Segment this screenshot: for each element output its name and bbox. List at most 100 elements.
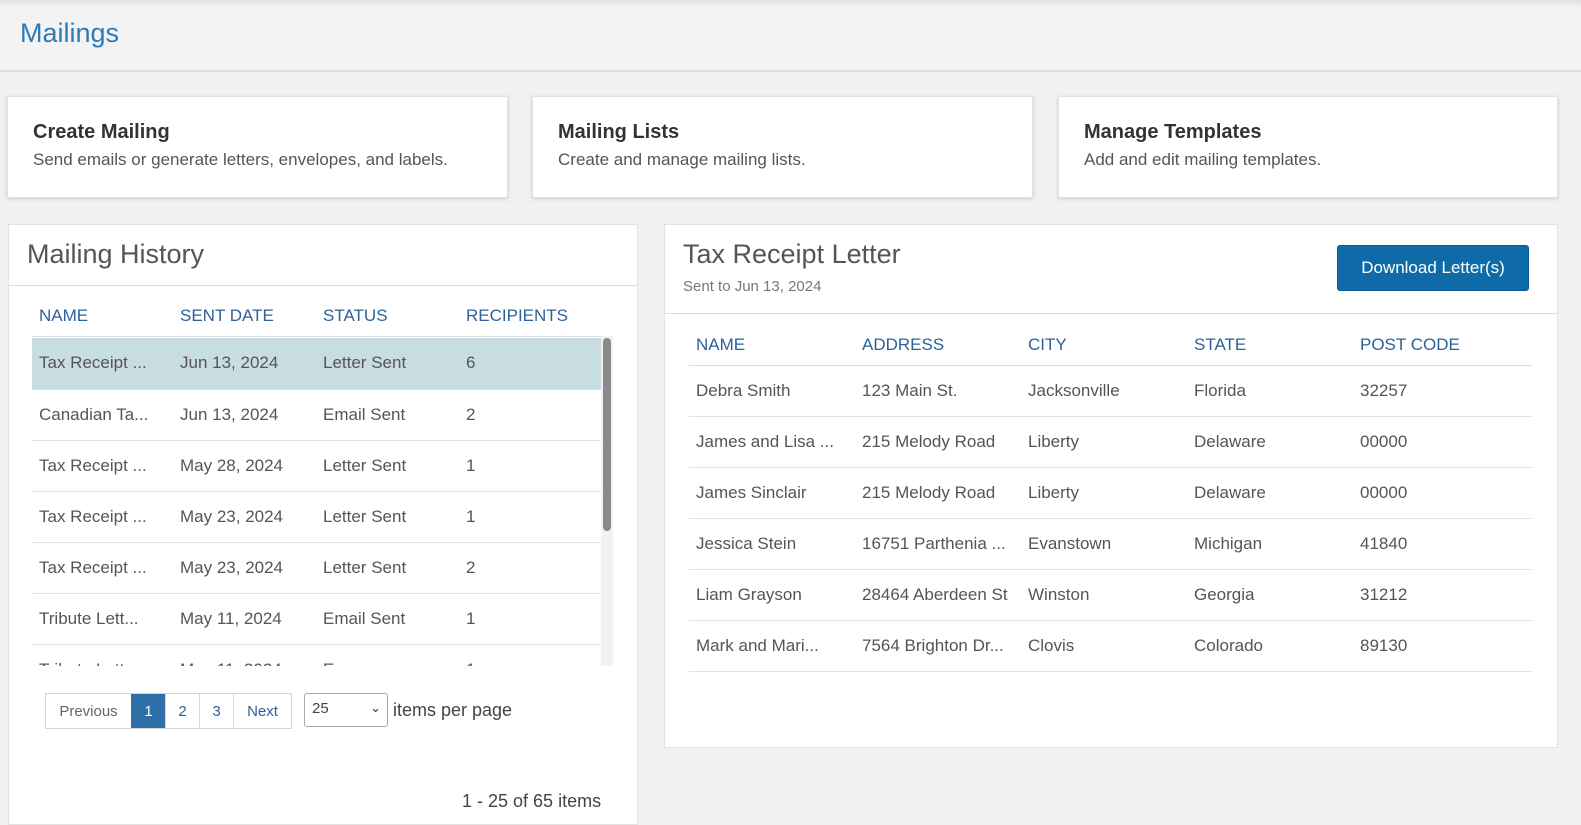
table-row[interactable]: Tribute Lett... May 11, 2024 Email Sent … [32, 593, 601, 645]
table-row[interactable]: Canadian Ta... Jun 13, 2024 Email Sent 2 [32, 389, 601, 441]
page-2-button[interactable]: 2 [165, 694, 199, 728]
cell-name: Tribute Lett... [32, 644, 173, 666]
table-row[interactable]: Jessica Stein 16751 Parthenia ... Evanst… [689, 518, 1532, 570]
cell-sent-date: Jun 13, 2024 [173, 338, 316, 390]
cell-post-code: 41840 [1353, 518, 1532, 570]
cell-post-code: 00000 [1353, 416, 1532, 468]
cell-post-code: 32257 [1353, 365, 1532, 417]
panel-header: Mailing History [9, 225, 637, 286]
cell-recipients: 1 [459, 644, 601, 666]
table-row[interactable]: Tax Receipt ... May 23, 2024 Letter Sent… [32, 491, 601, 543]
cell-state: Colorado [1187, 620, 1353, 672]
cell-post-code: 31212 [1353, 569, 1532, 621]
cell-name: Tax Receipt ... [32, 440, 173, 492]
download-letters-button[interactable]: Download Letter(s) [1337, 245, 1529, 291]
cell-city: Winston [1021, 569, 1187, 621]
cell-name: Canadian Ta... [32, 389, 173, 441]
table-row[interactable]: Mark and Mari... 7564 Brighton Dr... Clo… [689, 620, 1532, 672]
cell-address: 215 Melody Road [855, 467, 1021, 519]
table-row[interactable]: Tax Receipt ... May 28, 2024 Letter Sent… [32, 440, 601, 492]
column-header-state[interactable]: STATE [1187, 325, 1353, 366]
page-size-value: 25 [312, 700, 329, 717]
cell-status: Letter Sent [316, 491, 459, 543]
page-size-select[interactable]: 25 ⌄ [304, 693, 388, 727]
cell-status: Error [316, 644, 459, 666]
column-header-post-code[interactable]: POST CODE [1353, 325, 1532, 366]
items-per-page-label: items per page [393, 700, 513, 720]
card-title: Create Mailing [33, 121, 170, 143]
column-header-address[interactable]: ADDRESS [855, 325, 1021, 366]
cell-status: Letter Sent [316, 440, 459, 492]
cell-address: 16751 Parthenia ... [855, 518, 1021, 570]
table-row[interactable]: Tax Receipt ... May 23, 2024 Letter Sent… [32, 542, 601, 594]
cell-city: Jacksonville [1021, 365, 1187, 417]
cell-recipients: 2 [459, 542, 601, 594]
cell-state: Delaware [1187, 467, 1353, 519]
table-row[interactable]: Debra Smith 123 Main St. Jacksonville Fl… [689, 365, 1532, 417]
cell-state: Michigan [1187, 518, 1353, 570]
history-scrollbar[interactable] [601, 336, 613, 666]
cell-sent-date: May 23, 2024 [173, 491, 316, 543]
cell-post-code: 89130 [1353, 620, 1532, 672]
cell-post-code: 00000 [1353, 467, 1532, 519]
cell-city: Evanstown [1021, 518, 1187, 570]
column-header-recipients[interactable]: RECIPIENTS [459, 296, 601, 337]
card-description: Send emails or generate letters, envelop… [33, 150, 448, 169]
cell-city: Liberty [1021, 467, 1187, 519]
cell-sent-date: May 28, 2024 [173, 440, 316, 492]
mailing-lists-card[interactable]: Mailing Lists Create and manage mailing … [532, 96, 1033, 198]
cell-sent-date: May 11, 2024 [173, 644, 316, 666]
cell-name: Liam Grayson [689, 569, 855, 621]
table-row[interactable]: James and Lisa ... 215 Melody Road Liber… [689, 416, 1532, 468]
cell-name: Tribute Lett... [32, 593, 173, 645]
column-header-city[interactable]: CITY [1021, 325, 1187, 366]
panel-title: Mailing History [27, 239, 205, 269]
column-header-sent-date[interactable]: SENT DATE [173, 296, 316, 337]
previous-page-button[interactable]: Previous [46, 694, 131, 728]
cell-name: Tax Receipt ... [32, 338, 173, 390]
table-row[interactable]: James Sinclair 215 Melody Road Liberty D… [689, 467, 1532, 519]
cell-name: Tax Receipt ... [32, 491, 173, 543]
create-mailing-card[interactable]: Create Mailing Send emails or generate l… [7, 96, 508, 198]
cell-name: James Sinclair [689, 467, 855, 519]
cell-state: Georgia [1187, 569, 1353, 621]
column-header-name[interactable]: NAME [32, 296, 173, 337]
card-description: Add and edit mailing templates. [1084, 150, 1322, 169]
card-title: Manage Templates [1084, 121, 1262, 143]
column-header-status[interactable]: STATUS [316, 296, 459, 337]
cell-status: Letter Sent [316, 338, 459, 390]
recipients-table: NAME ADDRESS CITY STATE POST CODE Debra … [689, 325, 1532, 672]
table-row[interactable]: Tribute Lett... May 11, 2024 Error 1 [32, 644, 601, 666]
cell-sent-date: Jun 13, 2024 [173, 389, 316, 441]
card-title: Mailing Lists [558, 121, 680, 143]
cell-status: Email Sent [316, 389, 459, 441]
page-1-button[interactable]: 1 [131, 694, 165, 728]
cell-name: Jessica Stein [689, 518, 855, 570]
history-table-header: NAME SENT DATE STATUS RECIPIENTS [32, 296, 601, 337]
column-header-name[interactable]: NAME [689, 325, 855, 366]
cell-address: 7564 Brighton Dr... [855, 620, 1021, 672]
cell-state: Delaware [1187, 416, 1353, 468]
card-description: Create and manage mailing lists. [558, 150, 806, 169]
pagination: Previous 1 2 3 Next [45, 693, 292, 729]
cell-address: 28464 Aberdeen St [855, 569, 1021, 621]
page-title: Mailings [20, 18, 120, 48]
cell-recipients: 1 [459, 491, 601, 543]
chevron-down-icon: ⌄ [370, 700, 381, 715]
cell-recipients: 1 [459, 440, 601, 492]
manage-templates-card[interactable]: Manage Templates Add and edit mailing te… [1058, 96, 1558, 198]
next-page-button[interactable]: Next [233, 694, 291, 728]
history-table-scroll[interactable]: Tax Receipt ... Jun 13, 2024 Letter Sent… [24, 336, 614, 666]
table-row[interactable]: Tax Receipt ... Jun 13, 2024 Letter Sent… [32, 338, 601, 390]
table-row[interactable]: Liam Grayson 28464 Aberdeen St Winston G… [689, 569, 1532, 621]
page-3-button[interactable]: 3 [199, 694, 233, 728]
cell-name: Mark and Mari... [689, 620, 855, 672]
cell-recipients: 6 [459, 338, 601, 390]
scrollbar-thumb[interactable] [603, 338, 611, 531]
cell-city: Liberty [1021, 416, 1187, 468]
cell-recipients: 1 [459, 593, 601, 645]
cell-recipients: 2 [459, 389, 601, 441]
cell-state: Florida [1187, 365, 1353, 417]
top-bar: Mailings [0, 0, 1581, 72]
cell-status: Email Sent [316, 593, 459, 645]
